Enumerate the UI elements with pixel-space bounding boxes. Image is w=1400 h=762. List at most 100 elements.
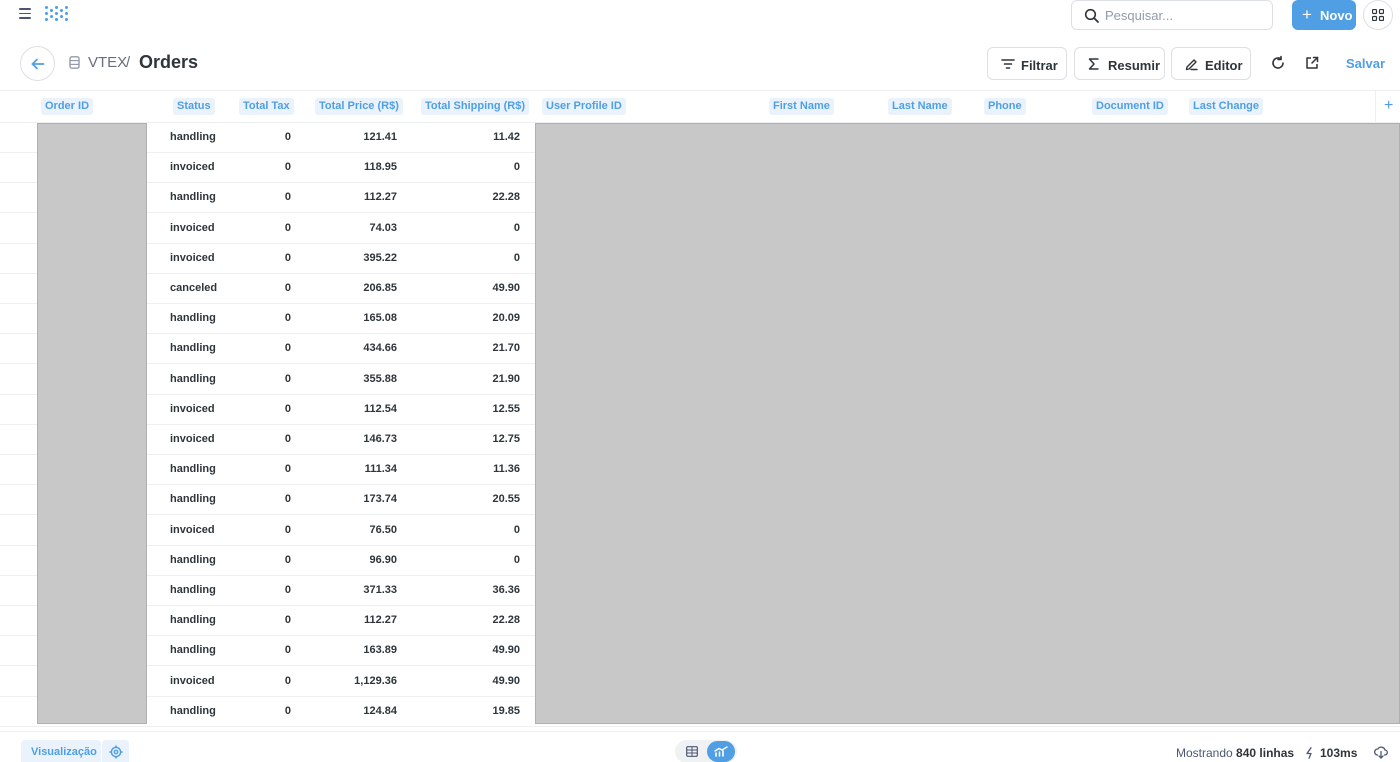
cell-total-shipping[interactable]: 12.75 — [492, 433, 520, 445]
column-header-status[interactable]: Status — [173, 98, 215, 115]
new-button[interactable]: + Novo — [1292, 0, 1356, 30]
cell-total-tax[interactable]: 0 — [285, 403, 291, 415]
chart-view-button[interactable] — [707, 741, 735, 762]
cell-status[interactable]: handling — [170, 131, 216, 143]
cell-total-tax[interactable]: 0 — [285, 191, 291, 203]
column-header-total-price[interactable]: Total Price (R$) — [315, 98, 403, 115]
editor-button[interactable]: Editor — [1171, 47, 1251, 80]
cell-total-price[interactable]: 146.73 — [363, 433, 397, 445]
column-header-first-name[interactable]: First Name — [769, 98, 834, 115]
cell-total-shipping[interactable]: 0 — [514, 524, 520, 536]
cell-total-tax[interactable]: 0 — [285, 161, 291, 173]
cell-total-tax[interactable]: 0 — [285, 463, 291, 475]
visualization-settings-button[interactable] — [102, 740, 129, 762]
cell-total-price[interactable]: 1,129.36 — [354, 675, 397, 687]
cell-total-price[interactable]: 163.89 — [363, 644, 397, 656]
search-input[interactable] — [1105, 6, 1265, 25]
cell-status[interactable]: handling — [170, 312, 216, 324]
cell-total-shipping[interactable]: 20.55 — [492, 493, 520, 505]
cell-status[interactable]: handling — [170, 584, 216, 596]
visualization-button[interactable]: Visualização — [21, 740, 101, 762]
add-column-button[interactable]: + — [1375, 91, 1400, 122]
cell-total-tax[interactable]: 0 — [285, 252, 291, 264]
cell-total-price[interactable]: 76.50 — [369, 524, 397, 536]
cell-total-tax[interactable]: 0 — [285, 614, 291, 626]
cell-total-tax[interactable]: 0 — [285, 282, 291, 294]
breadcrumb-database[interactable]: VTEX — [88, 54, 127, 71]
save-button[interactable]: Salvar — [1346, 56, 1385, 71]
cell-total-shipping[interactable]: 0 — [514, 252, 520, 264]
column-header-order-id[interactable]: Order ID — [41, 98, 94, 115]
cell-total-tax[interactable]: 0 — [285, 675, 291, 687]
cell-status[interactable]: invoiced — [170, 161, 215, 173]
cell-total-shipping[interactable]: 11.42 — [493, 131, 520, 143]
cell-total-shipping[interactable]: 0 — [514, 161, 520, 173]
cell-total-tax[interactable]: 0 — [285, 433, 291, 445]
cell-total-shipping[interactable]: 21.90 — [492, 373, 520, 385]
cell-total-price[interactable]: 118.95 — [364, 161, 397, 173]
cell-total-shipping[interactable]: 36.36 — [492, 584, 520, 596]
cell-status[interactable]: canceled — [170, 282, 217, 294]
filter-button[interactable]: Filtrar — [987, 47, 1067, 80]
cell-total-price[interactable]: 124.84 — [363, 705, 397, 717]
cell-total-shipping[interactable]: 0 — [514, 554, 520, 566]
table-view-button[interactable] — [681, 741, 703, 762]
cell-total-shipping[interactable]: 49.90 — [492, 644, 520, 656]
cell-status[interactable]: invoiced — [170, 524, 215, 536]
cell-status[interactable]: handling — [170, 644, 216, 656]
cell-total-price[interactable]: 371.33 — [363, 584, 397, 596]
cell-status[interactable]: handling — [170, 373, 216, 385]
cell-total-price[interactable]: 112.27 — [364, 614, 397, 626]
cell-status[interactable]: handling — [170, 614, 216, 626]
cell-total-tax[interactable]: 0 — [285, 373, 291, 385]
cell-total-tax[interactable]: 0 — [285, 222, 291, 234]
cell-status[interactable]: invoiced — [170, 403, 215, 415]
cell-total-tax[interactable]: 0 — [285, 705, 291, 717]
cell-total-shipping[interactable]: 11.36 — [493, 463, 520, 475]
cell-total-price[interactable]: 395.22 — [363, 252, 397, 264]
logo-icon[interactable] — [44, 5, 68, 23]
column-header-total-tax[interactable]: Total Tax — [239, 98, 294, 115]
cell-total-shipping[interactable]: 22.28 — [492, 191, 520, 203]
cell-total-tax[interactable]: 0 — [285, 524, 291, 536]
cell-total-shipping[interactable]: 0 — [514, 222, 520, 234]
column-header-last-change[interactable]: Last Change — [1189, 98, 1264, 115]
cell-total-price[interactable]: 112.54 — [364, 403, 397, 415]
cell-status[interactable]: handling — [170, 191, 216, 203]
cell-total-shipping[interactable]: 49.90 — [492, 282, 520, 294]
back-button[interactable] — [20, 46, 55, 81]
cell-total-tax[interactable]: 0 — [285, 312, 291, 324]
cell-total-price[interactable]: 112.27 — [364, 191, 397, 203]
cell-total-price[interactable]: 96.90 — [369, 554, 397, 566]
column-header-phone[interactable]: Phone — [984, 98, 1026, 115]
download-icon[interactable] — [1374, 745, 1388, 759]
cell-total-tax[interactable]: 0 — [285, 644, 291, 656]
column-header-document-id[interactable]: Document ID — [1092, 98, 1168, 115]
refresh-icon[interactable] — [1270, 55, 1286, 71]
cell-total-tax[interactable]: 0 — [285, 131, 291, 143]
cell-total-shipping[interactable]: 21.70 — [492, 342, 520, 354]
cell-status[interactable]: invoiced — [170, 252, 215, 264]
cell-status[interactable]: handling — [170, 463, 216, 475]
apps-button[interactable] — [1363, 0, 1393, 30]
cell-total-price[interactable]: 74.03 — [369, 222, 397, 234]
cell-status[interactable]: handling — [170, 705, 216, 717]
cell-total-shipping[interactable]: 22.28 — [492, 614, 520, 626]
column-header-user-profile-id[interactable]: User Profile ID — [542, 98, 626, 115]
column-header-last-name[interactable]: Last Name — [888, 98, 952, 115]
cell-status[interactable]: handling — [170, 554, 216, 566]
cell-total-tax[interactable]: 0 — [285, 584, 291, 596]
cell-total-price[interactable]: 434.66 — [363, 342, 397, 354]
cell-total-shipping[interactable]: 19.85 — [492, 705, 520, 717]
cell-total-tax[interactable]: 0 — [285, 342, 291, 354]
cell-status[interactable]: invoiced — [170, 675, 215, 687]
hamburger-icon[interactable] — [19, 8, 31, 19]
cell-total-price[interactable]: 165.08 — [363, 312, 397, 324]
cell-total-price[interactable]: 121.41 — [363, 131, 397, 143]
cell-total-shipping[interactable]: 49.90 — [492, 675, 520, 687]
cell-status[interactable]: invoiced — [170, 222, 215, 234]
search-box[interactable] — [1071, 0, 1273, 30]
cell-status[interactable]: handling — [170, 493, 216, 505]
cell-total-tax[interactable]: 0 — [285, 554, 291, 566]
column-header-total-shipping[interactable]: Total Shipping (R$) — [421, 98, 530, 115]
